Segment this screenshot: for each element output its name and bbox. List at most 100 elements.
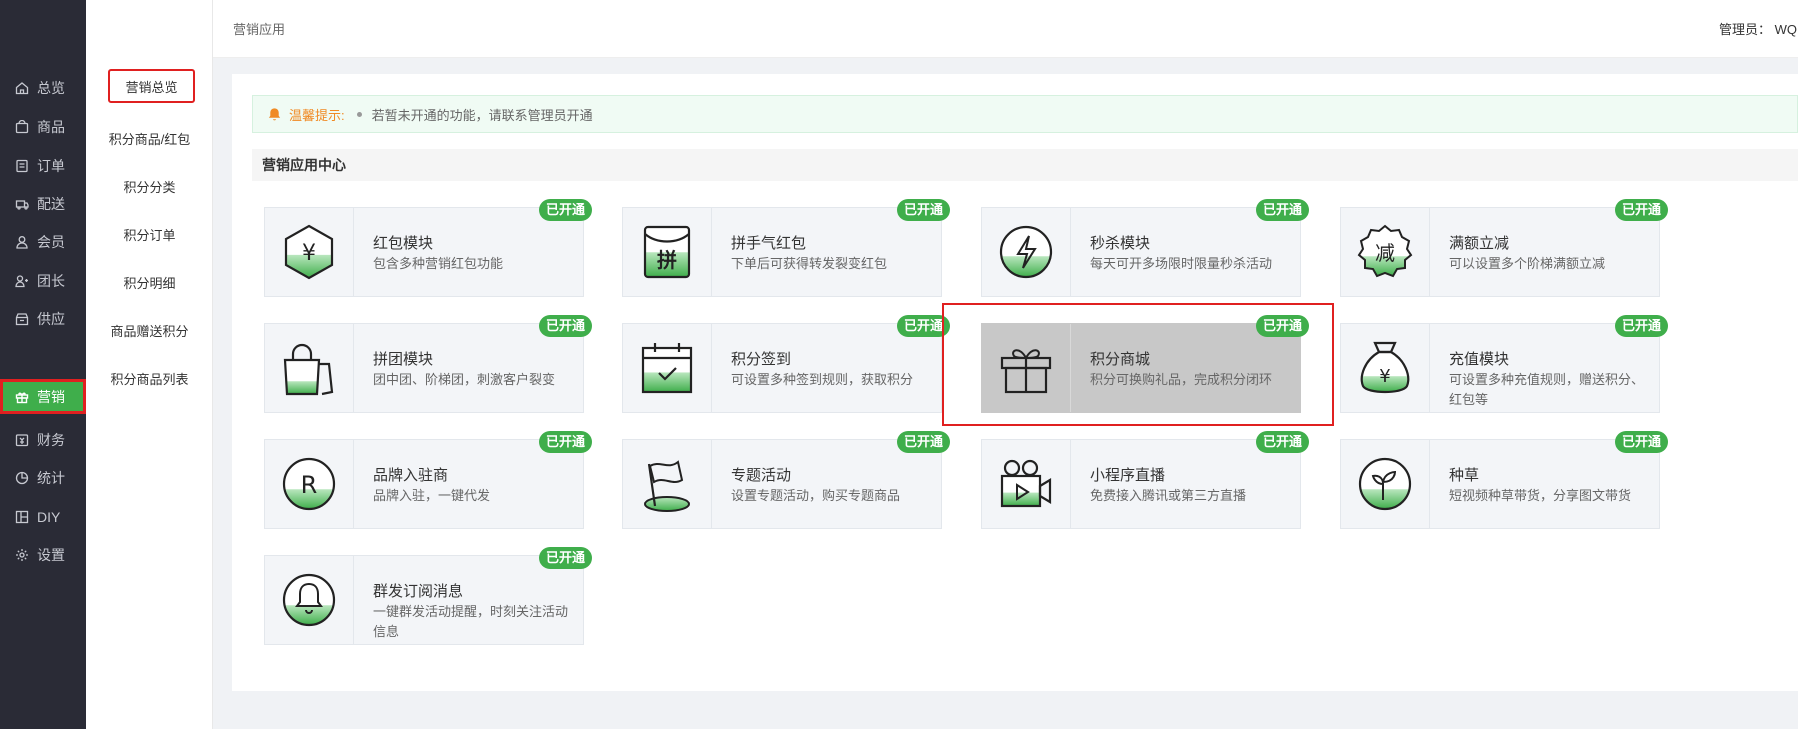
notice-bar: 温馨提示: 若暂未开通的功能，请联系管理员开通 <box>252 95 1798 133</box>
status-badge: 已开通 <box>896 431 950 453</box>
card-discount[interactable]: 减 满额立减 可以设置多个阶梯满额立减 已开通 <box>1340 199 1668 297</box>
card-desc: 可设置多种充值规则，赠送积分、红包等 <box>1449 372 1645 407</box>
lucky-packet-icon: 拼 <box>643 225 691 279</box>
member-icon <box>16 236 28 249</box>
card-message[interactable]: 群发订阅消息 一键群发活动提醒，时刻关注活动信息 已开通 <box>264 547 592 645</box>
sidebar-item-leader[interactable]: 团长 <box>0 264 86 298</box>
card-live[interactable]: 小程序直播 免费接入腾讯或第三方直播 已开通 <box>981 431 1309 529</box>
subnav-item-points-goods-redpacket[interactable]: 积分商品/红包 <box>86 129 213 148</box>
card-title: 品牌入驻商 <box>373 467 449 484</box>
sidebar-item-label: 设置 <box>37 547 65 563</box>
card-desc: 品牌入驻，一键代发 <box>373 488 491 503</box>
diy-icon <box>15 510 29 524</box>
card-sign-in[interactable]: 积分签到 可设置多种签到规则，获取积分 已开通 <box>622 315 950 413</box>
card-points-mall[interactable]: 积分商城 积分可换购礼品，完成积分闭环 已开通 <box>981 315 1309 413</box>
sidebar-item-orders[interactable]: 订单 <box>0 149 86 183</box>
marketing-subnav: 营销总览 积分商品/红包 积分分类 积分订单 积分明细 商品赠送积分 积分商品列… <box>86 0 213 729</box>
card-group-buy[interactable]: 拼团模块 团中团、阶梯团，刺激客户裂变 已开通 <box>264 315 592 413</box>
svg-text:减: 减 <box>1375 241 1395 265</box>
card-title: 红包模块 <box>373 235 434 252</box>
status-badge: 已开通 <box>1614 315 1668 337</box>
card-desc: 积分可换购礼品，完成积分闭环 <box>1090 372 1273 387</box>
sidebar-item-label: DIY <box>37 509 61 525</box>
sidebar-item-marketing[interactable]: 营销 <box>0 379 86 414</box>
delivery-icon <box>15 200 29 210</box>
sidebar-item-members[interactable]: 会员 <box>0 225 86 259</box>
card-brand[interactable]: R 品牌入驻商 品牌入驻，一键代发 已开通 <box>264 431 592 529</box>
sidebar-item-overview[interactable]: 总览 <box>0 71 86 105</box>
subnav-item-goods-gift-points[interactable]: 商品赠送积分 <box>86 321 213 340</box>
status-badge: 已开通 <box>1255 315 1309 337</box>
sidebar-item-statistics[interactable]: 统计 <box>0 461 86 495</box>
discount-icon: 减 <box>1357 224 1413 278</box>
group-buy-icon <box>283 343 334 396</box>
bell-icon <box>268 107 281 120</box>
settings-icon <box>16 549 28 561</box>
subnav-item-points-orders[interactable]: 积分订单 <box>86 225 213 244</box>
notice-text: 若暂未开通的功能，请联系管理员开通 <box>371 107 593 123</box>
sidebar-item-supply[interactable]: 供应 <box>0 302 86 336</box>
sidebar-item-label: 团长 <box>37 273 65 289</box>
status-badge: 已开通 <box>1255 431 1309 453</box>
subnav-item-marketing-overview[interactable]: 营销总览 <box>108 69 195 103</box>
status-badge: 已开通 <box>1614 199 1668 221</box>
card-desc: 一键群发活动提醒，时刻关注活动信息 <box>373 604 569 639</box>
seeding-icon <box>1358 457 1412 511</box>
card-red-packet[interactable]: ¥ 红包模块 包含多种营销红包功能 已开通 <box>264 199 592 297</box>
sidebar-item-label: 总览 <box>37 80 65 96</box>
goods-icon <box>15 120 29 134</box>
top-header: 营销应用 管理员： WQ <box>213 0 1798 58</box>
sidebar-item-delivery[interactable]: 配送 <box>0 187 86 221</box>
supply-icon <box>15 313 29 326</box>
card-seeding[interactable]: 种草 短视频种草带货，分享图文带货 已开通 <box>1340 431 1668 529</box>
subnav-item-points-details[interactable]: 积分明细 <box>86 273 213 292</box>
sidebar-item-settings[interactable]: 设置 <box>0 538 86 572</box>
recharge-icon: ¥ <box>1360 341 1410 394</box>
card-desc: 每天可开多场限时限量秒杀活动 <box>1090 256 1273 271</box>
main-sidebar: 总览 商品 订单 配送 会员 团长 供应 营销 财务 统计 DIY 设置 <box>0 0 86 729</box>
card-topic[interactable]: 专题活动 设置专题活动，购买专题商品 已开通 <box>622 431 950 529</box>
status-badge: 已开通 <box>538 431 592 453</box>
card-desc: 团中团、阶梯团，刺激客户裂变 <box>373 372 556 387</box>
finance-icon <box>15 434 29 447</box>
status-badge: 已开通 <box>896 315 950 337</box>
home-icon <box>15 82 29 95</box>
subnav-item-points-goods-list[interactable]: 积分商品列表 <box>86 369 213 388</box>
svg-text:R: R <box>301 471 318 499</box>
card-desc: 可以设置多个阶梯满额立减 <box>1449 256 1606 271</box>
svg-text:¥: ¥ <box>1379 366 1390 387</box>
brand-icon: R <box>282 457 336 511</box>
card-desc: 包含多种营销红包功能 <box>373 256 504 271</box>
status-badge: 已开通 <box>538 547 592 569</box>
card-title: 积分签到 <box>731 351 792 368</box>
sidebar-item-diy[interactable]: DIY <box>0 500 86 534</box>
sidebar-item-finance[interactable]: 财务 <box>0 423 86 457</box>
card-title: 拼团模块 <box>373 351 434 368</box>
section-title: 营销应用中心 <box>252 149 1798 181</box>
sidebar-item-label: 财务 <box>37 432 65 448</box>
card-title: 群发订阅消息 <box>373 583 464 600</box>
card-recharge[interactable]: ¥ 充值模块 可设置多种充值规则，赠送积分、红包等 已开通 <box>1340 315 1668 413</box>
card-flash-sale[interactable]: 秒杀模块 每天可开多场限时限量秒杀活动 已开通 <box>981 199 1309 297</box>
admin-label[interactable]: 管理员： WQ <box>1719 19 1797 38</box>
sidebar-item-label: 商品 <box>37 119 65 135</box>
card-desc: 下单后可获得转发裂变红包 <box>731 256 888 271</box>
sidebar-item-label: 配送 <box>37 196 65 212</box>
card-desc: 免费接入腾讯或第三方直播 <box>1090 488 1247 503</box>
sidebar-item-label: 订单 <box>37 158 65 174</box>
status-badge: 已开通 <box>538 199 592 221</box>
sidebar-item-label: 供应 <box>37 311 65 327</box>
card-title: 秒杀模块 <box>1090 235 1151 252</box>
card-title: 小程序直播 <box>1090 467 1166 484</box>
sidebar-item-label: 统计 <box>37 470 65 486</box>
sidebar-item-goods[interactable]: 商品 <box>0 110 86 144</box>
leader-icon <box>15 275 28 288</box>
svg-text:拼: 拼 <box>657 248 677 272</box>
card-lucky-packet[interactable]: 拼 拼手气红包 下单后可获得转发裂变红包 已开通 <box>622 199 950 297</box>
subnav-item-points-category[interactable]: 积分分类 <box>86 177 213 196</box>
flash-sale-icon <box>999 225 1053 279</box>
sidebar-item-label: 营销 <box>37 388 65 405</box>
chart-icon <box>15 471 29 485</box>
message-icon <box>282 573 336 627</box>
gift-icon <box>15 392 29 403</box>
